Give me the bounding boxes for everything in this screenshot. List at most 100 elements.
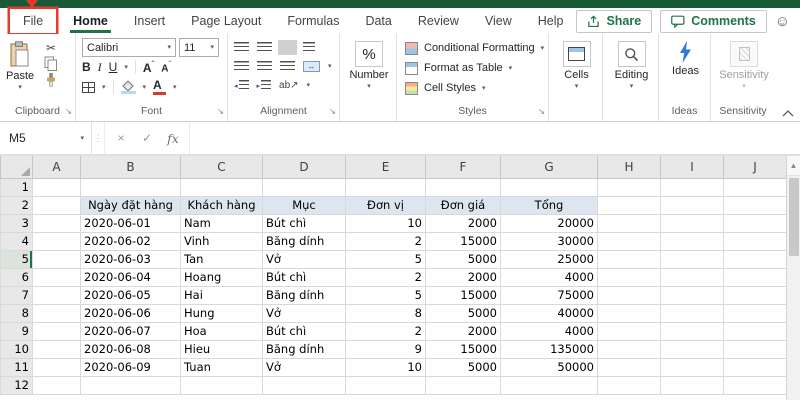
format-painter-icon[interactable]	[44, 73, 58, 87]
cell-H2[interactable]	[598, 196, 661, 214]
tab-page-layout[interactable]: Page Layout	[178, 9, 274, 33]
cell-A3[interactable]	[33, 214, 81, 232]
borders-icon[interactable]	[82, 82, 95, 93]
cell-D8[interactable]: Vở	[263, 304, 346, 322]
cell-B4[interactable]: 2020-06-02	[81, 232, 181, 250]
cell-I10[interactable]	[661, 340, 724, 358]
cell-I1[interactable]	[661, 178, 724, 196]
scrollbar-thumb[interactable]	[789, 178, 799, 256]
tab-home[interactable]: Home	[60, 9, 121, 33]
cell-C10[interactable]: Hieu	[181, 340, 263, 358]
cell-J3[interactable]	[724, 214, 787, 232]
decrease-indent-icon[interactable]: ◂	[234, 80, 249, 91]
align-middle-icon[interactable]	[257, 42, 272, 53]
font-name-select[interactable]: Calibri ▾	[82, 38, 176, 57]
insert-function-icon[interactable]: fx	[161, 127, 185, 149]
column-header-I[interactable]: I	[661, 156, 724, 178]
cell-D7[interactable]: Băng dính	[263, 286, 346, 304]
cell-D10[interactable]: Băng dính	[263, 340, 346, 358]
cell-F8[interactable]: 5000	[426, 304, 501, 322]
merge-chevron-icon[interactable]: ▾	[328, 63, 332, 70]
cell-I4[interactable]	[661, 232, 724, 250]
styles-dialog-launcher-icon[interactable]: ↘	[538, 106, 545, 117]
column-header-F[interactable]: F	[426, 156, 501, 178]
vertical-scrollbar[interactable]: ▲	[786, 156, 800, 400]
column-header-C[interactable]: C	[181, 156, 263, 178]
cell-E7[interactable]: 5	[346, 286, 426, 304]
cell-B1[interactable]	[81, 178, 181, 196]
cell-E12[interactable]	[346, 376, 426, 394]
formula-input[interactable]	[190, 122, 800, 154]
row-header-11[interactable]: 11	[1, 358, 33, 376]
cell-I12[interactable]	[661, 376, 724, 394]
number-format-button[interactable]: % Number ▾	[349, 38, 388, 90]
cell-C3[interactable]: Nam	[181, 214, 263, 232]
cell-G10[interactable]: 135000	[501, 340, 598, 358]
column-header-G[interactable]: G	[501, 156, 598, 178]
cell-H8[interactable]	[598, 304, 661, 322]
row-header-9[interactable]: 9	[1, 322, 33, 340]
tab-formulas[interactable]: Formulas	[274, 9, 352, 33]
editing-button[interactable]: Editing ▾	[609, 38, 654, 90]
merge-center-icon[interactable]: ↔	[303, 61, 320, 72]
cell-D2[interactable]: Mục	[263, 196, 346, 214]
scroll-up-icon[interactable]: ▲	[787, 156, 800, 176]
cell-C8[interactable]: Hung	[181, 304, 263, 322]
conditional-formatting-button[interactable]: Conditional Formatting ▾	[405, 38, 544, 58]
select-all-corner[interactable]	[1, 156, 33, 178]
align-top-icon[interactable]	[234, 42, 249, 53]
cell-J7[interactable]	[724, 286, 787, 304]
underline-chevron-icon[interactable]: ▾	[124, 64, 128, 71]
cell-E9[interactable]: 2	[346, 322, 426, 340]
cell-G6[interactable]: 4000	[501, 268, 598, 286]
cell-D11[interactable]: Vở	[263, 358, 346, 376]
alignment-dialog-launcher-icon[interactable]: ↘	[329, 106, 336, 117]
cancel-icon[interactable]: ×	[109, 127, 133, 149]
collapse-ribbon-icon[interactable]	[782, 110, 794, 117]
tab-data[interactable]: Data	[352, 9, 404, 33]
cell-B10[interactable]: 2020-06-08	[81, 340, 181, 358]
cell-styles-button[interactable]: Cell Styles ▾	[405, 78, 544, 98]
cell-H5[interactable]	[598, 250, 661, 268]
row-header-12[interactable]: 12	[1, 376, 33, 394]
cell-A10[interactable]	[33, 340, 81, 358]
clipboard-dialog-launcher-icon[interactable]: ↘	[65, 106, 72, 117]
cell-H12[interactable]	[598, 376, 661, 394]
cell-B3[interactable]: 2020-06-01	[81, 214, 181, 232]
cell-G2[interactable]: Tổng	[501, 196, 598, 214]
copy-icon[interactable]	[44, 56, 58, 72]
cell-G5[interactable]: 25000	[501, 250, 598, 268]
cell-H4[interactable]	[598, 232, 661, 250]
row-header-5[interactable]: 5	[1, 250, 33, 268]
column-header-E[interactable]: E	[346, 156, 426, 178]
align-center-icon[interactable]	[257, 61, 272, 72]
fill-color-icon[interactable]	[121, 81, 136, 94]
cut-icon[interactable]: ✂	[44, 41, 58, 55]
cell-G11[interactable]: 50000	[501, 358, 598, 376]
row-header-3[interactable]: 3	[1, 214, 33, 232]
sensitivity-button[interactable]: Sensitivity ▾	[717, 38, 771, 90]
cell-H11[interactable]	[598, 358, 661, 376]
cell-G7[interactable]: 75000	[501, 286, 598, 304]
cell-J1[interactable]	[724, 178, 787, 196]
cell-E1[interactable]	[346, 178, 426, 196]
cell-I11[interactable]	[661, 358, 724, 376]
cell-E11[interactable]: 10	[346, 358, 426, 376]
cell-F1[interactable]	[426, 178, 501, 196]
cell-C12[interactable]	[181, 376, 263, 394]
cell-D12[interactable]	[263, 376, 346, 394]
cell-G9[interactable]: 4000	[501, 322, 598, 340]
share-button[interactable]: Share	[576, 10, 652, 33]
cell-H7[interactable]	[598, 286, 661, 304]
row-header-2[interactable]: 2	[1, 196, 33, 214]
cell-J9[interactable]	[724, 322, 787, 340]
name-box[interactable]: M5 ▾	[0, 122, 92, 154]
cell-B7[interactable]: 2020-06-05	[81, 286, 181, 304]
grow-font-button[interactable]: Aˆ	[143, 60, 154, 75]
tab-review[interactable]: Review	[405, 9, 472, 33]
cell-I2[interactable]	[661, 196, 724, 214]
cell-D1[interactable]	[263, 178, 346, 196]
cell-A12[interactable]	[33, 376, 81, 394]
row-header-8[interactable]: 8	[1, 304, 33, 322]
font-color-chevron-icon[interactable]: ▾	[173, 84, 177, 91]
